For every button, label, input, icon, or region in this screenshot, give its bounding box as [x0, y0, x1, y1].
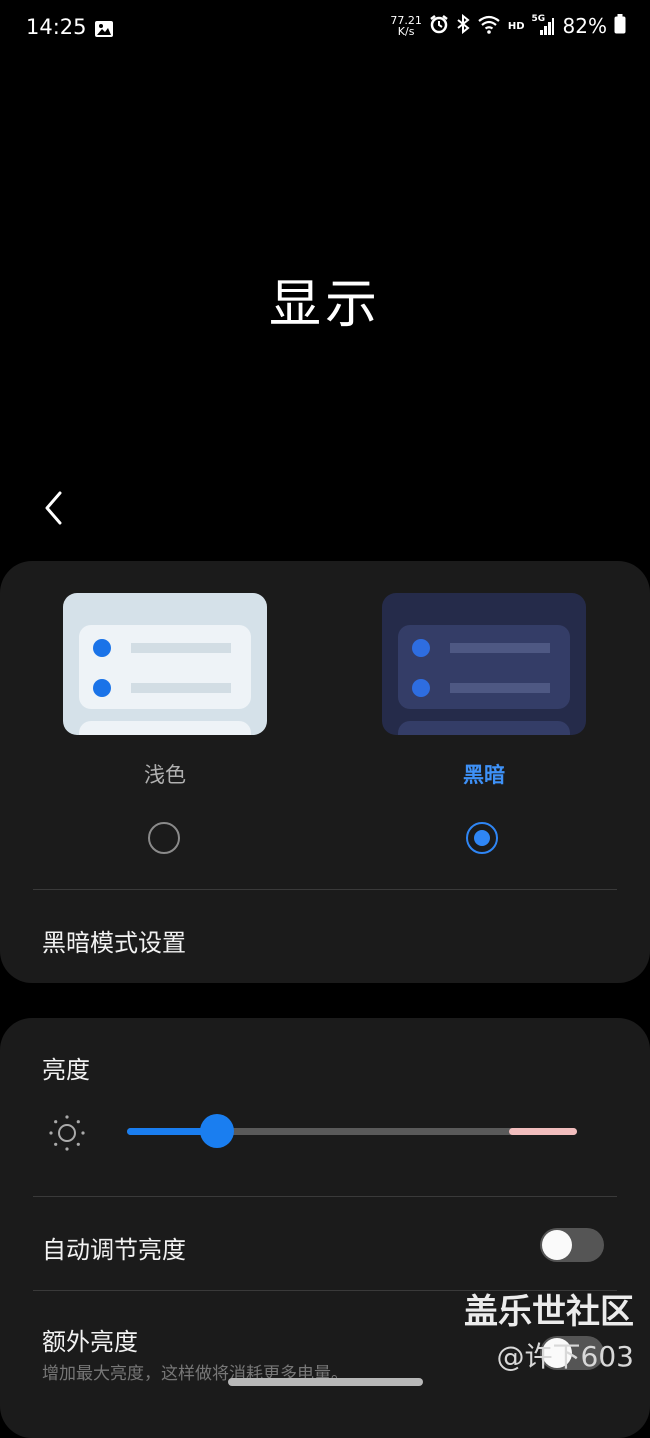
status-bar: 14:25 77.21 K/s HD 5G 82%	[0, 0, 650, 58]
preview-line	[131, 683, 231, 693]
preview-dot	[93, 679, 111, 697]
image-icon	[94, 20, 114, 42]
dark-theme-radio[interactable]	[466, 822, 498, 854]
preview-dot	[412, 639, 430, 657]
wifi-icon	[477, 14, 501, 38]
net-speed-unit: K/s	[397, 25, 415, 38]
home-indicator[interactable]	[228, 1378, 423, 1386]
theme-option-dark[interactable]: 黑暗	[382, 593, 586, 789]
preview-panel	[79, 721, 251, 735]
back-button[interactable]	[38, 488, 74, 528]
theme-dark-label: 黑暗	[463, 763, 505, 787]
status-time: 14:25	[26, 15, 87, 39]
hd-badge: HD	[507, 20, 525, 32]
watermark-title: 盖乐世社区	[464, 1292, 634, 1332]
brightness-slider-thumb[interactable]	[200, 1114, 234, 1148]
extra-brightness-label: 额外亮度	[42, 1328, 138, 1356]
battery-icon	[614, 14, 626, 38]
theme-card: 浅色 黑暗 黑暗模式设置	[0, 561, 650, 983]
watermark-user: @许下603	[496, 1340, 634, 1373]
brightness-card: 亮度 自动调节亮度 额外亮度 增加最大亮度，这样做将消耗更多电量。	[0, 1018, 650, 1438]
status-icons: 77.21 K/s HD 5G 82%	[390, 13, 626, 38]
adaptive-brightness-label: 自动调节亮度	[42, 1236, 186, 1264]
back-icon	[45, 491, 62, 525]
page-title: 显示	[268, 275, 381, 335]
dark-mode-settings-item[interactable]: 黑暗模式设置	[42, 923, 186, 958]
light-theme-preview[interactable]	[63, 593, 267, 735]
dark-theme-preview[interactable]	[382, 593, 586, 735]
watermark: 盖乐世社区 @许下603	[464, 1284, 634, 1375]
toggle-knob	[542, 1230, 572, 1260]
alarm-icon	[429, 14, 449, 38]
preview-line	[131, 643, 231, 653]
battery-percent: 82%	[562, 14, 607, 38]
adaptive-brightness-toggle[interactable]	[540, 1228, 604, 1262]
brightness-extra-zone	[509, 1128, 577, 1135]
preview-dot	[93, 639, 111, 657]
brightness-slider[interactable]	[127, 1128, 577, 1135]
signal-icon: 5G	[532, 14, 554, 36]
preview-panel	[398, 721, 570, 735]
preview-line	[450, 683, 550, 693]
sun-icon	[46, 1112, 88, 1154]
net-speed: 77.21 K/s	[390, 15, 422, 37]
light-theme-radio[interactable]	[148, 822, 180, 854]
theme-option-light[interactable]: 浅色	[63, 593, 267, 789]
bluetooth-icon	[456, 13, 470, 38]
brightness-title: 亮度	[42, 1056, 90, 1084]
theme-light-label: 浅色	[144, 763, 186, 787]
preview-line	[450, 643, 550, 653]
preview-dot	[412, 679, 430, 697]
divider	[33, 889, 617, 890]
divider	[33, 1196, 617, 1197]
